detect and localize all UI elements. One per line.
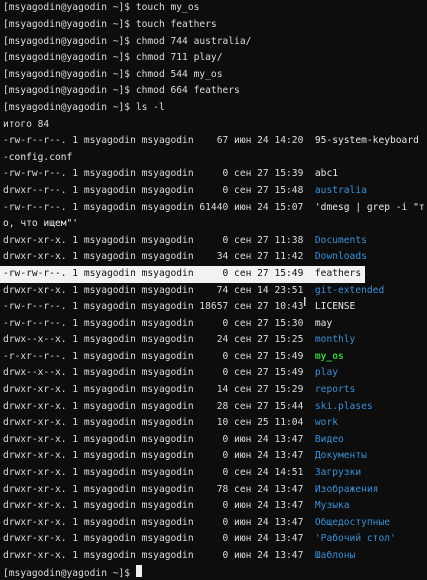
listing-row: -rw-rw-r--. 1 msyagodin msyagodin 0 сен … [0, 265, 365, 283]
command-line: [msyagodin@yagodin ~]$ chmod 544 my_os [3, 68, 223, 80]
file-meta: drwxr-xr-x. 1 msyagodin msyagodin 0 июн … [3, 500, 315, 512]
listing-row: -rw-r--r--. 1 msyagodin msyagodin 61440 … [3, 200, 427, 217]
listing-row: drwx--x--x. 1 msyagodin msyagodin 24 сен… [3, 332, 427, 349]
listing-row: -config.conf [3, 150, 427, 167]
file-meta: drwxr-xr-x. 1 msyagodin msyagodin 0 сен … [3, 467, 315, 479]
file-meta: drwx--x--x. 1 msyagodin msyagodin 24 сен… [3, 334, 315, 346]
listing-row: drwxr-xr-x. 1 msyagodin msyagodin 0 июн … [3, 432, 427, 449]
listing-row: drwxr--r--. 1 msyagodin msyagodin 0 сен … [3, 183, 427, 200]
file-name: Documents [314, 234, 367, 246]
listing-row: drwxr-xr-x. 1 msyagodin msyagodin 0 сен … [3, 465, 427, 482]
listing-row: -rw-rw-r--. 1 msyagodin msyagodin 0 сен … [3, 166, 427, 183]
mouse-pointer-icon: I [303, 295, 307, 309]
file-meta: drwxr--r--. 1 msyagodin msyagodin 0 сен … [3, 184, 315, 196]
listing-row: drwxr-xr-x. 1 msyagodin msyagodin 0 июн … [3, 515, 427, 532]
file-meta: drwxr-xr-x. 1 msyagodin msyagodin 0 июн … [3, 533, 315, 545]
file-meta: drwxr-xr-x. 1 msyagodin msyagodin 34 сен… [3, 251, 315, 263]
file-meta: drwxr-xr-x. 1 msyagodin msyagodin 28 сен… [3, 400, 315, 412]
listing-row: -rw-r--r--. 1 msyagodin msyagodin 18657 … [3, 299, 427, 316]
file-meta: drwxr-xr-x. 1 msyagodin msyagodin 0 июн … [3, 450, 315, 462]
file-name: may [314, 317, 333, 329]
listing-row: drwxr-xr-x. 1 msyagodin msyagodin 10 сен… [3, 415, 427, 432]
file-meta: drwxr-xr-x. 1 msyagodin msyagodin 10 сен… [3, 417, 315, 429]
file-name: Документы [314, 450, 367, 462]
file-meta: drwxr-xr-x. 1 msyagodin msyagodin 74 сен… [3, 284, 315, 296]
command-line: [msyagodin@yagodin ~]$ chmod 664 feather… [3, 85, 240, 97]
file-name: reports [314, 384, 356, 396]
command-line: [msyagodin@yagodin ~]$ touch feathers [3, 19, 217, 30]
listing-row: drwxr-xr-x. 1 msyagodin msyagodin 0 сен … [3, 233, 427, 250]
file-name: ski.plases [314, 400, 373, 412]
listing-row: drwxr-xr-x. 1 msyagodin msyagodin 0 июн … [3, 548, 427, 565]
file-name: abc1 [314, 168, 339, 180]
file-name: feathers [314, 267, 362, 279]
listing-row: drwxr-xr-x. 1 msyagodin msyagodin 34 сен… [3, 249, 427, 266]
text-cursor [135, 564, 142, 577]
listing-row: -rw-r--r--. 1 msyagodin msyagodin 0 сен … [3, 316, 427, 333]
listing-row: -r-xr--r--. 1 msyagodin msyagodin 0 сен … [3, 349, 427, 366]
listing-row: drwxr-xr-x. 1 msyagodin msyagodin 14 сен… [3, 382, 427, 399]
file-name: work [314, 417, 339, 429]
file-name: monthly [314, 334, 356, 346]
listing-row: drwxr-xr-x. 1 msyagodin msyagodin 0 июн … [3, 531, 427, 548]
file-meta: -r-xr--r--. 1 msyagodin msyagodin 0 сен … [3, 350, 315, 362]
total-line: итого 84 [3, 118, 50, 130]
listing-row: -rw-r--r--. 1 msyagodin msyagodin 67 июн… [3, 133, 427, 150]
listing-row: drwxr-xr-x. 1 msyagodin msyagodin 28 сен… [3, 399, 427, 416]
file-name: Изображения [314, 483, 379, 495]
file-name: LICENSE [314, 301, 356, 313]
file-name: -config.conf [3, 151, 73, 163]
file-meta: drwxr-xr-x. 1 msyagodin msyagodin 0 июн … [3, 516, 315, 528]
file-meta: -rw-r--r--. 1 msyagodin msyagodin 0 сен … [3, 317, 315, 329]
listing-row: drwxr-xr-x. 1 msyagodin msyagodin 78 сен… [3, 482, 427, 499]
file-meta: drwx--x--x. 1 msyagodin msyagodin 0 сен … [3, 367, 315, 379]
file-meta: drwxr-xr-x. 1 msyagodin msyagodin 14 сен… [3, 384, 315, 396]
file-meta: -rw-r--r--. 1 msyagodin msyagodin 67 июн… [3, 135, 315, 147]
prompt-text: [msyagodin@yagodin ~]$ [3, 567, 136, 579]
file-name: australia [314, 184, 367, 196]
file-meta: drwxr-xr-x. 1 msyagodin msyagodin 0 июн … [3, 550, 315, 561]
listing-row: drwxr-xr-x. 1 msyagodin msyagodin 0 июн … [3, 448, 427, 465]
file-name: Загрузки [314, 467, 362, 479]
file-name: 95-system-keyboard [314, 135, 419, 147]
file-meta: drwxr-xr-x. 1 msyagodin msyagodin 78 сен… [3, 483, 315, 495]
listing-row: о, что ищем"' [3, 216, 427, 233]
ls-output: -rw-r--r--. 1 msyagodin msyagodin 67 июн… [0, 133, 427, 565]
file-name: my_os [314, 350, 344, 362]
file-name: 'dmesg | grep -i "т [314, 201, 425, 213]
listing-row: drwx--x--x. 1 msyagodin msyagodin 0 сен … [3, 365, 427, 382]
file-name: Шаблоны [314, 550, 356, 561]
file-meta: -rw-r--r--. 1 msyagodin msyagodin 18657 … [3, 301, 315, 313]
file-name: о, что ищем"' [3, 218, 79, 230]
prompt-line[interactable]: [msyagodin@yagodin ~]$ [3, 564, 427, 580]
file-meta: drwxr-xr-x. 1 msyagodin msyagodin 0 июн … [3, 433, 315, 445]
file-name: 'Рабочий стол' [314, 533, 396, 545]
file-meta: -rw-r--r--. 1 msyagodin msyagodin 61440 … [3, 201, 315, 213]
file-meta: drwxr-xr-x. 1 msyagodin msyagodin 0 сен … [3, 234, 315, 246]
file-name: Видео [314, 433, 344, 445]
file-meta: -rw-rw-r--. 1 msyagodin msyagodin 0 сен … [3, 267, 315, 279]
command-line: [msyagodin@yagodin ~]$ touch my_os [3, 2, 200, 13]
file-name: play [314, 367, 339, 379]
file-name: Downloads [314, 251, 367, 263]
command-line: [msyagodin@yagodin ~]$ chmod 711 play/ [3, 52, 223, 64]
file-name: Музыка [314, 500, 350, 512]
file-name: git-extended [314, 284, 385, 296]
command-line: [msyagodin@yagodin ~]$ chmod 744 austral… [3, 35, 252, 47]
listing-row: drwxr-xr-x. 1 msyagodin msyagodin 0 июн … [3, 498, 427, 515]
command-line: [msyagodin@yagodin ~]$ ls -l [3, 101, 165, 113]
file-meta: -rw-rw-r--. 1 msyagodin msyagodin 0 сен … [3, 168, 315, 180]
file-name: Общедоступные [314, 516, 390, 528]
terminal-window[interactable]: [msyagodin@yagodin ~]$ touch my_os [msya… [0, 0, 427, 580]
listing-row: drwxr-xr-x. 1 msyagodin msyagodin 74 сен… [3, 283, 427, 300]
